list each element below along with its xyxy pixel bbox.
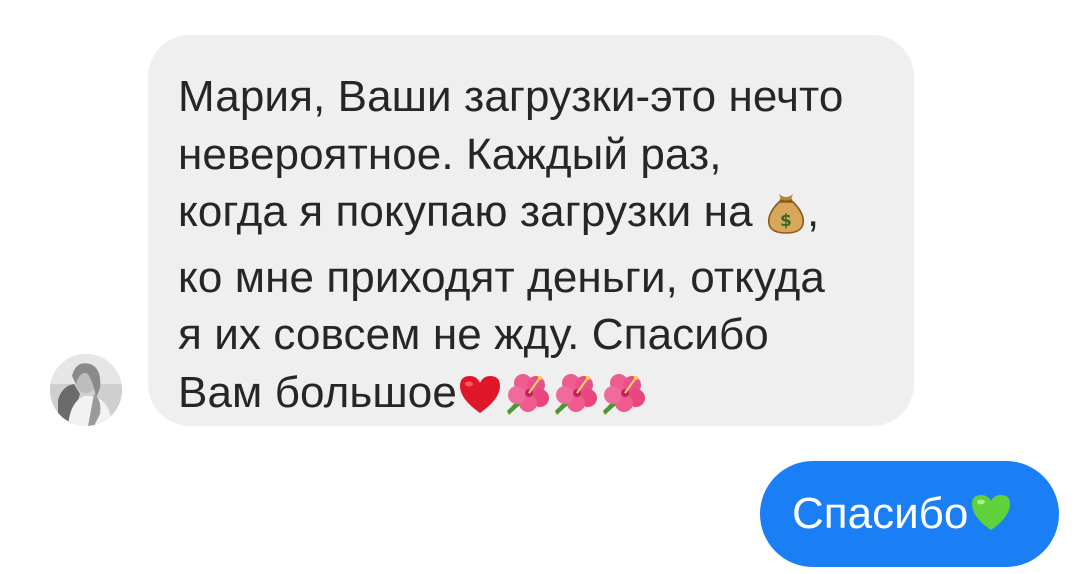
svg-text:$: $ [780, 211, 792, 231]
incoming-message-bubble[interactable]: Мария, Ваши загрузки-это нечто невероятн… [148, 35, 914, 426]
outgoing-message-text: Спасибо [792, 489, 969, 538]
message-text: , [806, 187, 820, 236]
avatar-photo [50, 354, 122, 426]
message-line: когда я покупаю загрузки на $ , [178, 183, 884, 249]
money-bag-icon: $ [765, 188, 807, 249]
chat-thread: Мария, Ваши загрузки-это нечто невероятн… [0, 0, 1080, 574]
avatar[interactable] [50, 354, 122, 426]
hibiscus-icon [599, 371, 647, 430]
message-line: Вам большое [178, 364, 884, 430]
hibiscus-icon [503, 371, 551, 430]
message-line: невероятное. Каждый раз, [178, 129, 722, 179]
hibiscus-icon [551, 371, 599, 430]
message-line: я их совсем не жду. Спасибо [178, 310, 769, 359]
green-heart-icon [969, 492, 1013, 537]
red-heart-icon [457, 372, 503, 430]
message-text: когда я покупаю загрузки на [178, 187, 765, 236]
message-line: Мария, Ваши загрузки-это нечто [178, 72, 844, 121]
message-text: Вам большое [178, 367, 457, 417]
message-line: ко мне приходят деньги, откуда [178, 252, 825, 302]
outgoing-message-bubble[interactable]: Спасибо [760, 461, 1059, 567]
